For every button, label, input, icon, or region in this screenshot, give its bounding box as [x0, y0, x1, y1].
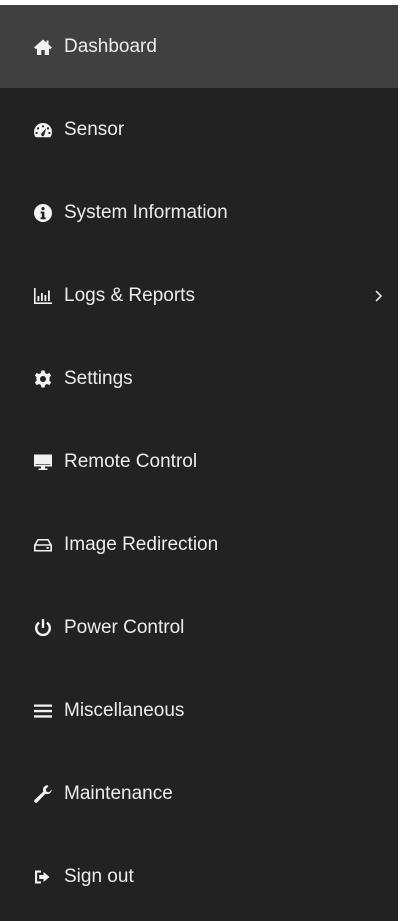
gear-icon: [33, 369, 53, 389]
sidebar-item-miscellaneous[interactable]: Miscellaneous: [0, 669, 398, 752]
menu-list: Dashboard Sensor System Information Logs…: [0, 5, 398, 918]
sidebar-item-label: Maintenance: [64, 782, 173, 804]
hdd-icon: [33, 535, 53, 555]
sidebar-item-sensor[interactable]: Sensor: [0, 88, 398, 171]
power-icon: [33, 618, 53, 638]
sidebar-item-label: Sign out: [64, 865, 134, 887]
info-circle-icon: [33, 203, 53, 223]
bar-chart-icon: [33, 286, 53, 306]
monitor-icon: [33, 452, 53, 472]
sidebar-item-dashboard[interactable]: Dashboard: [0, 5, 398, 88]
sidebar-item-settings[interactable]: Settings: [0, 337, 398, 420]
sidebar-item-power-control[interactable]: Power Control: [0, 586, 398, 669]
sidebar-item-label: System Information: [64, 201, 228, 223]
sidebar-item-label: Logs & Reports: [64, 284, 195, 306]
sidebar-item-label: Settings: [64, 367, 133, 389]
wrench-icon: [33, 784, 53, 804]
sidebar-item-system-information[interactable]: System Information: [0, 171, 398, 254]
sidebar-item-label: Image Redirection: [64, 533, 219, 555]
sidebar-item-label: Remote Control: [64, 450, 198, 472]
sidebar-item-label: Dashboard: [64, 35, 157, 57]
sidebar-item-label: Power Control: [64, 616, 185, 638]
sidebar-item-sign-out[interactable]: Sign out: [0, 835, 398, 918]
chevron-right-icon[interactable]: [373, 289, 385, 303]
sidebar-item-label: Sensor: [64, 118, 125, 140]
sign-out-icon: [33, 867, 53, 887]
sidebar-item-maintenance[interactable]: Maintenance: [0, 752, 398, 835]
home-icon: [33, 37, 53, 57]
sidebar-menu: Dashboard Sensor System Information Logs…: [0, 5, 398, 921]
sidebar-item-label: Miscellaneous: [64, 699, 185, 721]
bars-icon: [33, 701, 53, 721]
sidebar-item-logs-reports[interactable]: Logs & Reports: [0, 254, 398, 337]
tachometer-icon: [33, 120, 53, 140]
sidebar-item-remote-control[interactable]: Remote Control: [0, 420, 398, 503]
sidebar-item-image-redirection[interactable]: Image Redirection: [0, 503, 398, 586]
